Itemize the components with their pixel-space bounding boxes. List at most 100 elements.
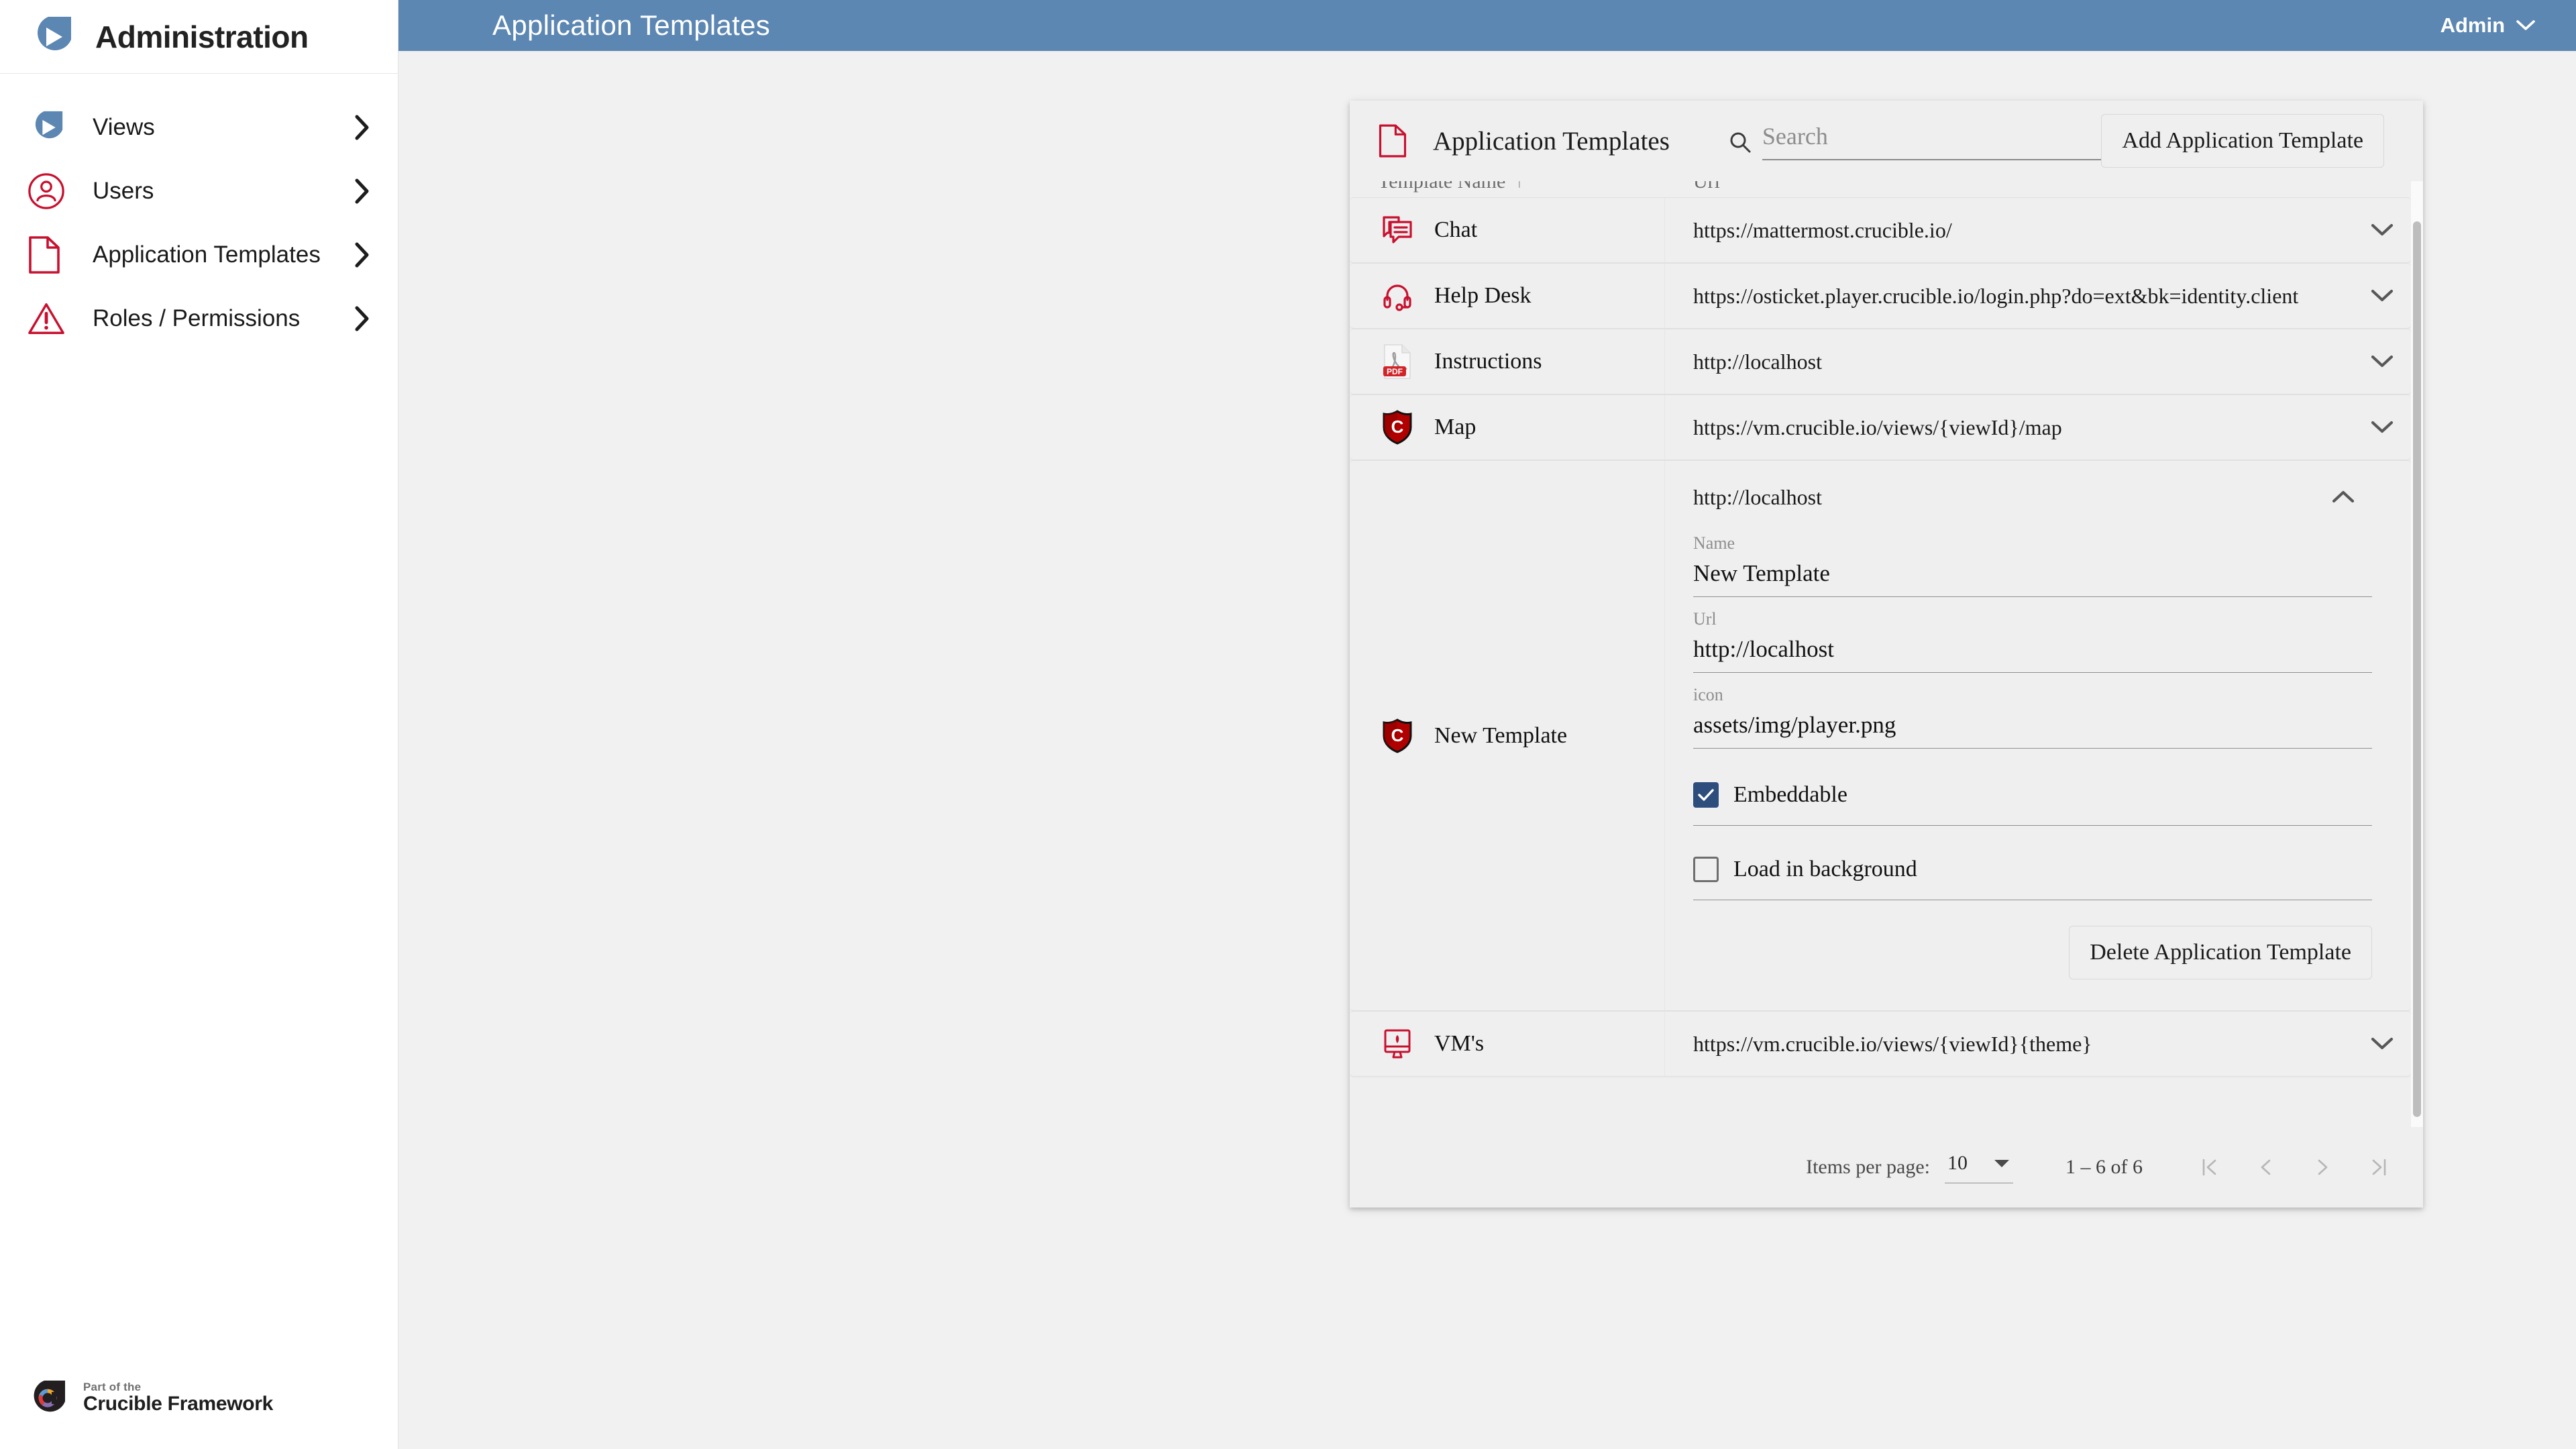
expanded-row-detail-panel: http://localhost Name Url [1665, 461, 2411, 1010]
row-url-cell: https://osticket.player.crucible.io/logi… [1665, 264, 2353, 328]
name-field-group: Name [1693, 533, 2372, 597]
delete-application-template-button[interactable]: Delete Application Template [2069, 926, 2372, 979]
load-in-background-checkbox-row[interactable]: Load in background [1693, 851, 2372, 900]
embeddable-checkbox[interactable] [1693, 782, 1719, 808]
table-paginator: Items per page: 10 1 – 6 of 6 [1350, 1127, 2423, 1208]
search-input[interactable] [1762, 122, 2102, 150]
top-header-bar: Application Templates Admin [398, 0, 2576, 51]
vm-monitor-icon [1378, 1028, 1417, 1060]
chevron-right-icon [344, 305, 371, 332]
row-url-cell: http://localhost [1665, 329, 2353, 394]
table-row[interactable]: Help Desk https://osticket.player.crucib… [1350, 263, 2411, 329]
search-field-underline [1762, 122, 2102, 160]
delete-button-row: Delete Application Template [1693, 926, 2372, 1010]
next-page-icon[interactable] [2304, 1148, 2341, 1186]
sidebar-item-label: Roles / Permissions [74, 305, 344, 332]
table-column-headers: Template Name ↑ Url [1350, 181, 2411, 197]
icon-field-label: icon [1693, 685, 2372, 705]
sidebar-item-label: Views [74, 114, 344, 141]
document-icon [1378, 123, 1419, 158]
crucible-framework-footer: Part of the Crucible Framework [27, 1377, 273, 1419]
column-header-url[interactable]: Url [1693, 181, 2372, 193]
row-name-label: Instructions [1434, 349, 1542, 374]
url-field-group: Url [1693, 609, 2372, 673]
row-expand-chevron-down-icon[interactable] [2353, 1012, 2411, 1076]
page-title: Application Templates [492, 9, 770, 42]
sidebar-brand: Administration [0, 0, 398, 74]
admin-menu-button[interactable]: Admin [2440, 13, 2536, 38]
main-content: Application Templates Admin Application … [398, 0, 2576, 1449]
headset-icon [1378, 280, 1417, 312]
user-circle-icon [27, 172, 74, 211]
card-header: Application Templates Add Application Te… [1350, 101, 2423, 181]
row-url-cell: https://vm.crucible.io/views/{viewId}{th… [1665, 1012, 2353, 1076]
svg-text:C: C [1391, 417, 1404, 437]
row-url-cell: https://mattermost.crucible.io/ [1665, 198, 2353, 262]
svg-text:PDF: PDF [1387, 367, 1403, 376]
row-name-cell: Chat [1350, 198, 1665, 262]
warning-triangle-icon [27, 301, 74, 337]
url-input[interactable] [1693, 636, 2372, 673]
search-box [1729, 122, 2102, 160]
table-row[interactable]: VM's https://vm.crucible.io/views/{viewI… [1350, 1011, 2411, 1077]
row-name-cell: C Map [1350, 395, 1665, 460]
row-name-label: Map [1434, 415, 1476, 440]
first-page-icon[interactable] [2191, 1148, 2229, 1186]
svg-text:C: C [1391, 725, 1404, 745]
url-field-label: Url [1693, 609, 2372, 629]
items-per-page-select[interactable]: 10 [1945, 1152, 2013, 1183]
pagination-range-label: 1 – 6 of 6 [2065, 1156, 2143, 1179]
row-expand-chevron-down-icon[interactable] [2353, 395, 2411, 460]
row-expand-chevron-down-icon[interactable] [2353, 329, 2411, 394]
column-header-label: Template Name [1378, 181, 1505, 193]
pagination-buttons [2191, 1148, 2398, 1186]
chevron-right-icon [344, 241, 371, 268]
footer-bottom-text: Crucible Framework [83, 1393, 273, 1415]
pdf-file-icon: PDF [1378, 343, 1417, 380]
chevron-right-icon [344, 114, 371, 141]
add-application-template-button[interactable]: Add Application Template [2101, 114, 2384, 168]
expanded-row-url-line: http://localhost [1693, 461, 2372, 533]
row-name-label: Chat [1434, 217, 1477, 243]
admin-menu-label: Admin [2440, 13, 2505, 38]
name-field-label: Name [1693, 533, 2372, 553]
chevron-down-icon [1993, 1158, 2010, 1169]
load-in-background-checkbox[interactable] [1693, 857, 1719, 882]
red-shield-c-icon: C [1378, 410, 1417, 445]
sidebar-item-users[interactable]: Users [0, 159, 398, 223]
row-name-label: VM's [1434, 1031, 1484, 1057]
sidebar-item-application-templates[interactable]: Application Templates [0, 223, 398, 286]
templates-table: Template Name ↑ Url [1350, 181, 2411, 1077]
arrow-up-icon: ↑ [1515, 181, 1523, 192]
column-header-template-name[interactable]: Template Name ↑ [1378, 181, 1693, 193]
player-teardrop-logo [27, 13, 75, 61]
table-row[interactable]: PDF Instructions http://localhost [1350, 329, 2411, 394]
sidebar-brand-title: Administration [95, 19, 309, 55]
previous-page-icon[interactable] [2247, 1148, 2285, 1186]
crucible-framework-text: Part of the Crucible Framework [83, 1381, 273, 1414]
icon-input[interactable] [1693, 712, 2372, 749]
load-in-background-checkbox-label: Load in background [1733, 857, 1917, 882]
chat-bubbles-icon [1378, 214, 1417, 246]
table-row[interactable]: Chat https://mattermost.crucible.io/ [1350, 197, 2411, 263]
table-scrollbar[interactable] [2411, 181, 2423, 1127]
last-page-icon[interactable] [2360, 1148, 2398, 1186]
table-row[interactable]: C Map https://vm.crucible.io/views/{view… [1350, 394, 2411, 460]
document-icon [27, 235, 74, 274]
sidebar-item-views[interactable]: Views [0, 95, 398, 159]
chevron-right-icon [344, 178, 371, 205]
application-templates-card: Application Templates Add Application Te… [1350, 101, 2423, 1208]
sidebar-nav: Views Users [0, 74, 398, 350]
sidebar-item-roles-permissions[interactable]: Roles / Permissions [0, 286, 398, 350]
row-collapse-chevron-up-icon[interactable] [2314, 490, 2372, 504]
name-input[interactable] [1693, 560, 2372, 597]
expanded-row-name-label: New Template [1434, 723, 1567, 749]
items-per-page-value: 10 [1947, 1152, 1968, 1175]
row-expand-chevron-down-icon[interactable] [2353, 198, 2411, 262]
embeddable-checkbox-row[interactable]: Embeddable [1693, 777, 2372, 826]
footer-top-text: Part of the [83, 1381, 273, 1393]
application-root: Administration Views [0, 0, 2576, 1449]
table-scrollbar-thumb[interactable] [2413, 221, 2421, 1117]
row-expand-chevron-down-icon[interactable] [2353, 264, 2411, 328]
sidebar-item-label: Users [74, 178, 344, 205]
